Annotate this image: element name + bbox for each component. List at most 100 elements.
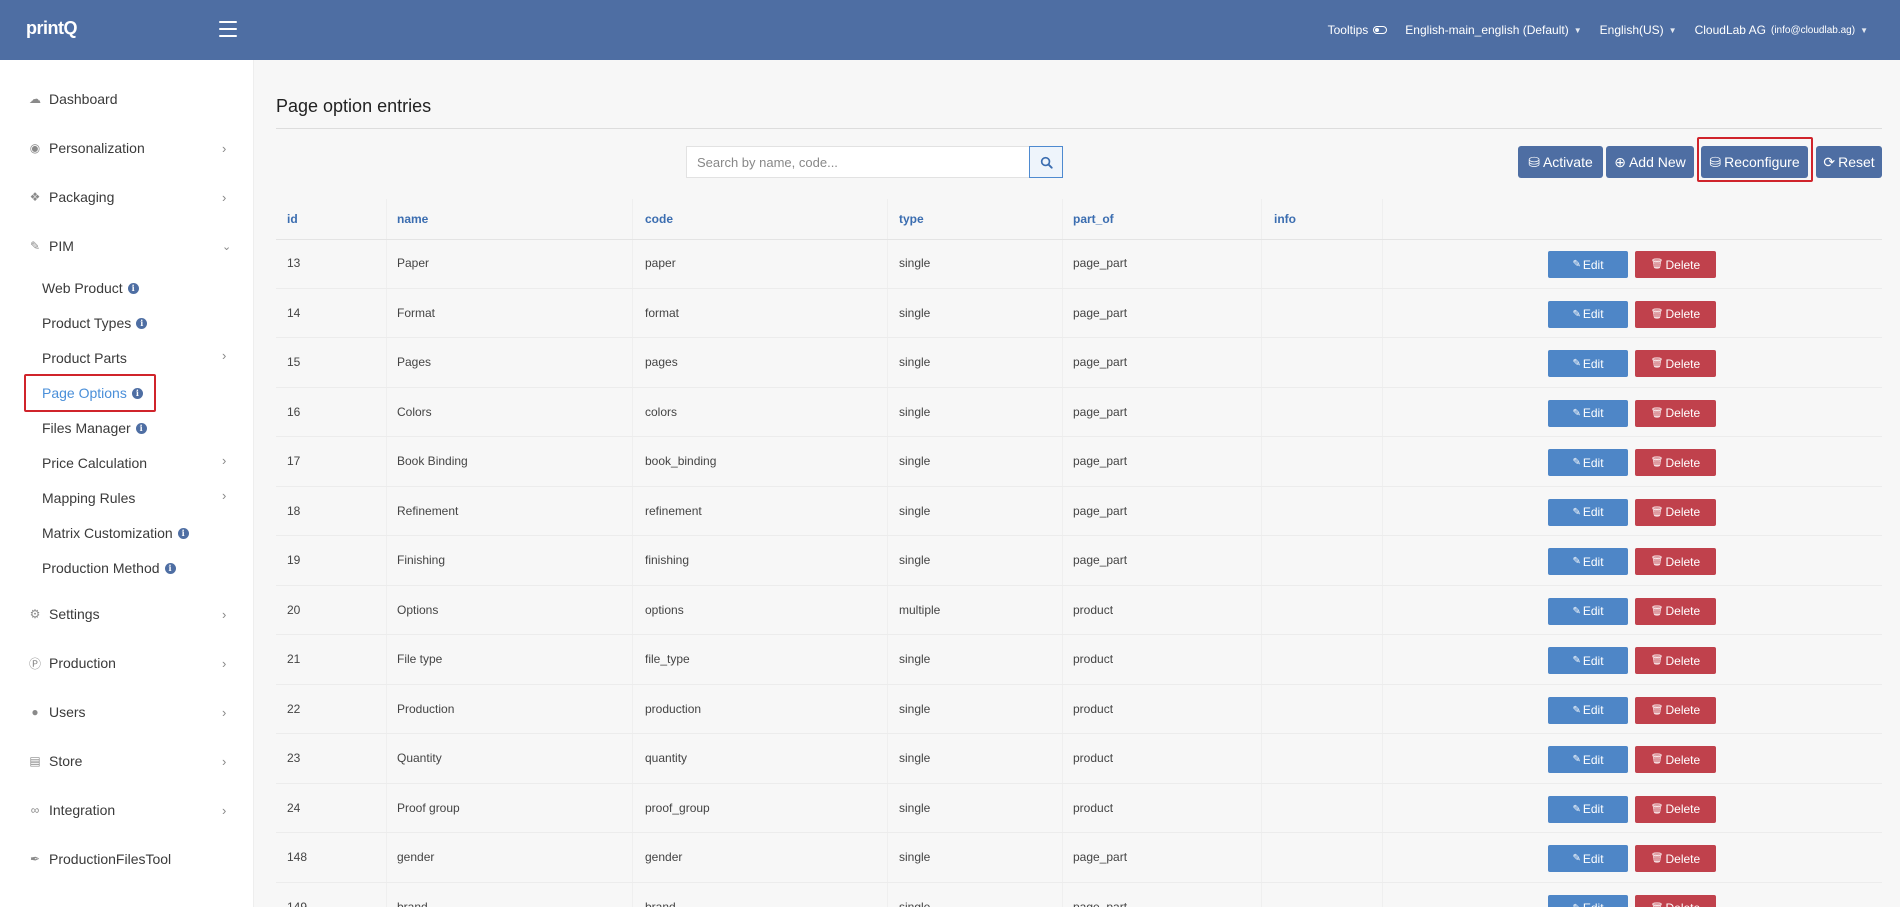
cell-id: 14 [287,305,301,320]
info-icon[interactable]: i [127,282,139,294]
sidebar-subitem-mapping-rules[interactable]: Mapping Rules [42,486,135,510]
cell-type: single [899,553,931,568]
edit-button[interactable]: ✎Edit [1548,894,1628,907]
cell-code: quantity [645,751,688,766]
edit-button[interactable]: ✎Edit [1548,399,1628,427]
sidebar-item-production-files-tool[interactable]: ✒ ProductionFilesTool [0,844,254,874]
app-logo[interactable]: printQ [26,18,78,39]
column-header-code[interactable]: code [645,199,673,239]
chevron-right-icon: › [222,606,227,622]
cell-name: gender [397,850,435,865]
sidebar-item-production[interactable]: Ⓟ Production › [0,648,254,678]
edit-button[interactable]: ✎Edit [1548,597,1628,625]
cell-id: 20 [287,602,301,617]
chevron-right-icon: › [222,453,227,468]
cell-part-of: product [1073,652,1114,667]
delete-button[interactable]: 🗑Delete [1635,746,1716,773]
tooltips-label: Tooltips [1327,23,1369,37]
sidebar-item-integration[interactable]: ∞ Integration › [0,795,254,825]
sidebar-subitem-product-types[interactable]: Product Types i [42,311,148,335]
delete-button[interactable]: 🗑Delete [1635,251,1716,278]
delete-button[interactable]: 🗑Delete [1635,647,1716,674]
sidebar-subitem-price-calculation[interactable]: Price Calculation [42,451,147,475]
info-icon[interactable]: i [131,387,143,399]
reconfigure-button[interactable]: ⛁ Reconfigure [1701,146,1808,178]
edit-label: Edit [1582,604,1604,618]
edit-button[interactable]: ✎Edit [1548,300,1628,328]
account-dropdown[interactable]: CloudLab AG (info@cloudlab.ag) ▼ [1695,23,1868,37]
sidebar-subitem-files-manager[interactable]: Files Manager i [42,416,147,440]
refresh-icon: ⟳ [1823,153,1836,170]
delete-button[interactable]: 🗑Delete [1635,696,1716,724]
delete-button[interactable]: 🗑Delete [1635,894,1716,907]
chevron-right-icon: › [222,704,227,720]
edit-button[interactable]: ✎Edit [1548,350,1628,377]
column-header-info[interactable]: info [1274,199,1296,239]
tooltips-toggle[interactable]: Tooltips [1328,23,1388,37]
edit-button[interactable]: ✎Edit [1548,548,1628,575]
delete-button[interactable]: 🗑Delete [1635,300,1716,328]
sidebar-subitem-web-product[interactable]: Web Product i [42,276,139,300]
edit-button[interactable]: ✎Edit [1548,845,1628,872]
sidebar-item-dashboard[interactable]: ☁ Dashboard [0,84,254,114]
edit-button[interactable]: ✎Edit [1548,251,1628,278]
sidebar-subitem-matrix-customization[interactable]: Matrix Customization i [42,521,189,545]
cell-id: 19 [287,553,301,568]
sidebar-item-personalization[interactable]: ◉ Personalization › [0,133,254,163]
cell-code: paper [645,256,676,271]
activate-button[interactable]: ⛁ Activate [1518,146,1603,178]
edit-button[interactable]: ✎Edit [1548,696,1628,724]
sidebar-item-pim[interactable]: ✎ PIM ⌄ [0,231,254,261]
delete-button[interactable]: 🗑Delete [1635,548,1716,575]
info-icon[interactable]: i [136,317,148,329]
delete-label: Delete [1665,653,1701,668]
column-header-name[interactable]: name [397,199,428,239]
column-header-id[interactable]: id [287,199,298,239]
add-new-button[interactable]: ⊕ Add New [1606,146,1694,178]
menu-toggle-icon[interactable] [219,21,237,37]
info-icon[interactable]: i [135,422,147,434]
trash-icon: 🗑 [1650,259,1664,270]
search-input[interactable] [686,146,1029,178]
search-button[interactable] [1029,146,1063,178]
caret-down-icon: ▼ [1573,25,1582,35]
language-set-dropdown[interactable]: English-main_english (Default) ▼ [1405,23,1581,37]
delete-button[interactable]: 🗑Delete [1635,498,1716,526]
sidebar-subitem-product-parts[interactable]: Product Parts [42,346,127,370]
cell-id: 22 [287,701,301,716]
edit-button[interactable]: ✎Edit [1548,449,1628,476]
delete-button[interactable]: 🗑Delete [1635,597,1716,625]
info-icon[interactable]: i [177,527,189,539]
sidebar-item-packaging[interactable]: ❖ Packaging › [0,182,254,212]
cell-id: 149 [287,899,308,907]
column-header-type[interactable]: type [899,199,924,239]
sidebar-item-store[interactable]: ▤ Store › [0,746,254,776]
delete-button[interactable]: 🗑Delete [1635,845,1716,872]
table-row: 13 Paper paper single page_part ✎ Edit 🗑 Delete [276,239,1882,289]
sidebar-subitem-label: Files Manager [42,420,131,436]
info-icon[interactable]: i [164,562,176,574]
cell-name: Production [397,701,455,716]
sidebar-item-users[interactable]: ● Users › [0,697,254,727]
edit-button[interactable]: ✎Edit [1548,795,1628,823]
sidebar-item-settings[interactable]: ⚙ Settings › [0,599,254,629]
edit-button[interactable]: ✎Edit [1548,647,1628,674]
locale-dropdown[interactable]: English(US) ▼ [1600,23,1677,37]
edit-button[interactable]: ✎Edit [1548,746,1628,773]
delete-button[interactable]: 🗑Delete [1635,399,1716,427]
cell-type: single [899,503,931,518]
cell-id: 13 [287,256,301,271]
delete-button[interactable]: 🗑Delete [1635,350,1716,377]
delete-label: Delete [1665,307,1701,321]
reset-button[interactable]: ⟳ Reset [1816,146,1882,178]
sidebar-item-label: Settings [49,606,100,622]
column-header-part-of[interactable]: part_of [1073,199,1114,239]
sidebar-subitem-page-options[interactable]: Page Options i [42,381,143,405]
toggle-icon[interactable] [1373,26,1388,34]
sidebar-subitem-production-method[interactable]: Production Method i [42,556,176,580]
edit-button[interactable]: ✎Edit [1548,498,1628,526]
cell-id: 21 [287,652,301,667]
delete-button[interactable]: 🗑Delete [1635,795,1716,823]
delete-button[interactable]: 🗑Delete [1635,449,1716,476]
pencil-icon: ✎ [1572,803,1581,815]
